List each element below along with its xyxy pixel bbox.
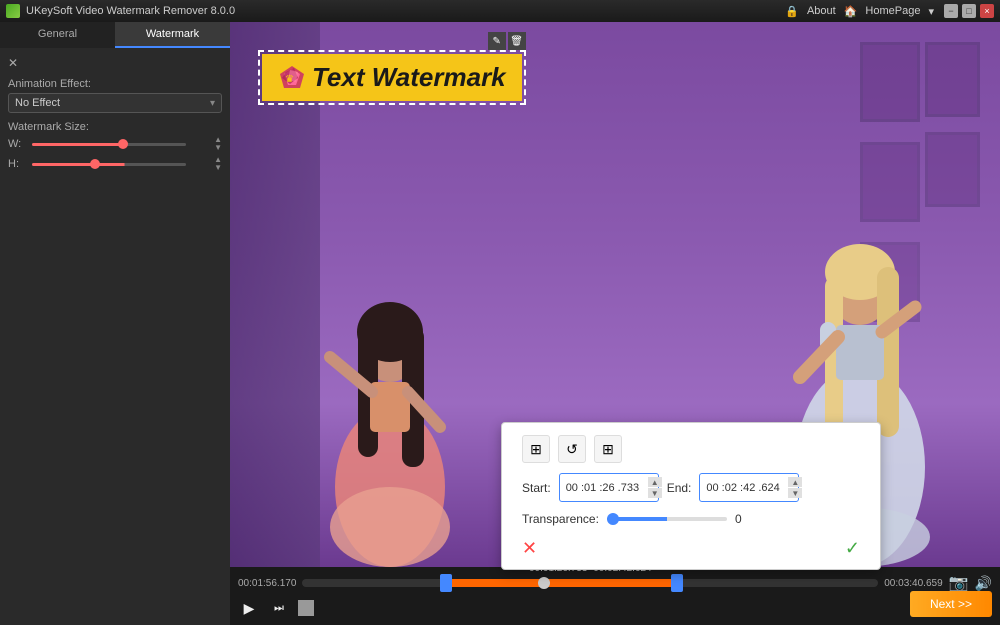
controls-bar: 00:01:56.170 00:01:26.733~00:02:42.624 0… — [230, 567, 1000, 625]
volume-icon[interactable]: 🔊 — [975, 575, 992, 592]
transparency-label: Transparence: — [522, 512, 599, 526]
end-time-input[interactable]: ▲ ▼ — [699, 473, 799, 502]
transparency-value: 0 — [735, 512, 742, 526]
start-label: Start: — [522, 481, 551, 495]
time-dialog: ⊞ ↺ ⊞ Start: ▲ ▼ End: ▲ — [501, 422, 881, 570]
end-spin-down-icon[interactable]: ▼ — [788, 488, 802, 498]
watermark-delete-icon[interactable]: 🗑 — [508, 32, 526, 50]
stop-button[interactable] — [298, 600, 314, 616]
watermark-size-label: Watermark Size: — [8, 121, 222, 133]
animation-effect-dropdown[interactable]: No Effect ▾ — [8, 93, 222, 113]
animation-dropdown-arrow-icon: ▾ — [210, 98, 215, 109]
start-time-input[interactable]: ▲ ▼ — [559, 473, 659, 502]
dialog-refresh-icon[interactable]: ↺ — [558, 435, 586, 463]
watermark-edit-icon[interactable]: ✎ — [488, 32, 506, 50]
current-time-label: 00:01:56.170 — [238, 578, 296, 589]
close-watermark-icon[interactable]: ✕ — [8, 56, 18, 70]
end-time-label: 00:03:40.659 — [884, 578, 942, 589]
left-sidebar: General Watermark ✕ Animation Effect: No… — [0, 22, 230, 625]
nav-homepage-icon: 🏠 — [844, 5, 858, 18]
w-spin-down-icon[interactable]: ▼ — [214, 144, 222, 152]
nav-lock-icon: 🔒 — [785, 5, 799, 18]
h-slider[interactable] — [32, 163, 186, 166]
animation-effect-value: No Effect — [15, 97, 210, 109]
end-time-field[interactable] — [706, 482, 786, 494]
transparency-slider[interactable] — [607, 517, 727, 521]
figure-left — [310, 227, 470, 567]
start-time-field[interactable] — [566, 482, 646, 494]
maximize-button[interactable]: □ — [962, 4, 976, 18]
next-button[interactable]: Next >> — [910, 591, 992, 617]
svg-text:♛: ♛ — [285, 74, 294, 85]
nav-homepage[interactable]: HomePage — [865, 5, 920, 17]
w-label: W: — [8, 138, 28, 150]
close-button[interactable]: × — [980, 4, 994, 18]
camera-icon[interactable]: 📷 — [949, 573, 969, 593]
w-slider[interactable] — [32, 143, 186, 146]
app-icon — [6, 4, 20, 18]
timeline-handle-right[interactable] — [671, 574, 683, 592]
animation-effect-label: Animation Effect: — [8, 78, 222, 90]
timeline-playhead[interactable] — [538, 577, 550, 589]
nav-dropdown-icon[interactable]: ▾ — [928, 5, 934, 18]
watermark-size-field: Watermark Size: W: ▲ ▼ H: ▲ — [8, 121, 222, 172]
watermark-text: Text Watermark — [312, 62, 506, 93]
tab-watermark[interactable]: Watermark — [115, 22, 230, 48]
timeline-range — [446, 579, 676, 587]
start-spin-down-icon[interactable]: ▼ — [648, 488, 662, 498]
nav-about[interactable]: About — [807, 5, 836, 17]
h-label: H: — [8, 158, 28, 170]
timeline-track[interactable]: 00:01:26.733~00:02:42.624 — [302, 579, 878, 587]
start-spin-up-icon[interactable]: ▲ — [648, 477, 662, 487]
next-frame-button[interactable]: ⏭ — [268, 597, 290, 619]
dialog-grid-icon[interactable]: ⊞ — [594, 435, 622, 463]
watermark-container[interactable]: ✎ 🗑 ♛ Text Watermark — [258, 50, 526, 105]
animation-effect-field: Animation Effect: No Effect ▾ — [8, 78, 222, 113]
watermark-logo-icon: ♛ — [278, 64, 306, 92]
dialog-confirm-button[interactable]: ✓ — [845, 538, 860, 559]
timeline-handle-left[interactable] — [440, 574, 452, 592]
end-label: End: — [667, 481, 692, 495]
title-bar: UKeySoft Video Watermark Remover 8.0.0 🔒… — [0, 0, 1000, 22]
h-spin-down-icon[interactable]: ▼ — [214, 164, 222, 172]
dialog-filter-icon[interactable]: ⊞ — [522, 435, 550, 463]
video-section: ✎ 🗑 ♛ Text Watermark ◀ — [230, 22, 1000, 625]
app-title: UKeySoft Video Watermark Remover 8.0.0 — [26, 5, 235, 17]
tab-general[interactable]: General — [0, 22, 115, 48]
dialog-cancel-button[interactable]: ✕ — [522, 538, 537, 559]
minimize-button[interactable]: − — [944, 4, 958, 18]
play-button[interactable]: ▶ — [238, 597, 260, 619]
end-spin-up-icon[interactable]: ▲ — [788, 477, 802, 487]
